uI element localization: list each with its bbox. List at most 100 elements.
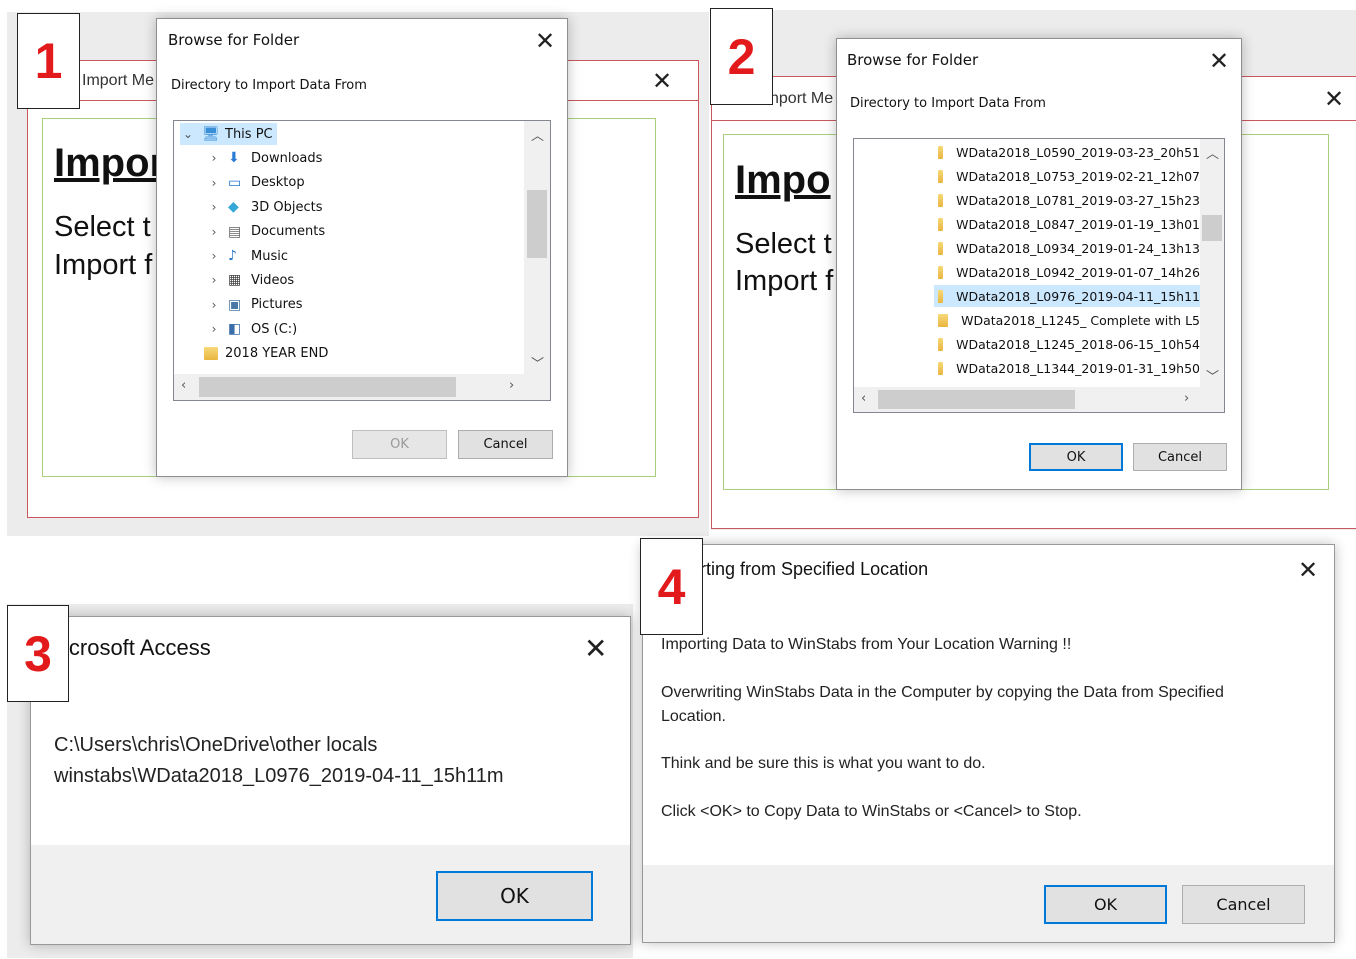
music-icon: ♪ <box>228 248 237 264</box>
tree-item[interactable]: ⌄ 🖥 This PC <box>180 123 277 145</box>
h-scroll-thumb[interactable] <box>199 377 456 397</box>
dialog-close-icon[interactable]: ✕ <box>584 635 607 663</box>
ok-button[interactable]: OK <box>352 430 447 459</box>
cancel-button[interactable]: Cancel <box>458 430 553 459</box>
chevron-down-icon[interactable]: ⌄ <box>180 127 196 141</box>
scroll-left-icon[interactable]: ‹ <box>181 378 186 393</box>
chevron-right-icon[interactable]: › <box>206 249 222 263</box>
browse-folder-dialog-1: Browse for Folder ✕ Directory to Import … <box>156 18 568 477</box>
chevron-right-icon[interactable]: › <box>206 176 222 190</box>
dialog-close-icon[interactable]: ✕ <box>535 29 555 53</box>
download-icon: ⬇ <box>228 150 240 167</box>
import-warning-dialog: rting from Specified Location ✕ Importin… <box>642 544 1335 943</box>
tree-item-label: This PC <box>225 126 273 142</box>
pc-icon: 🖥 <box>202 126 220 142</box>
dialog-instruction: Directory to Import Data From <box>171 78 367 93</box>
ok-button[interactable]: OK <box>1029 443 1123 471</box>
folder-label: WData2018_L0847_2019-01-19_13h01 <box>956 216 1200 232</box>
folder-tree[interactable]: ⌄ 🖥 This PC › ⬇ Downloads › ▭ Desktop › ◆ 3D Object… <box>173 120 551 401</box>
folder-icon <box>938 193 944 207</box>
import-window-1-close-icon[interactable]: ✕ <box>652 69 672 93</box>
scroll-thumb[interactable] <box>527 190 547 258</box>
tree-item[interactable]: › ◧ OS (C:) <box>206 318 298 340</box>
tree-item[interactable]: › ◆ 3D Objects <box>206 196 323 218</box>
chevron-right-icon[interactable]: › <box>206 322 222 336</box>
cube-icon: ◆ <box>228 199 239 216</box>
scroll-right-icon[interactable]: › <box>509 378 514 393</box>
dialog-close-icon[interactable]: ✕ <box>1209 49 1229 73</box>
scroll-right-icon[interactable]: › <box>1184 391 1189 406</box>
drive-icon: ◧ <box>228 321 242 338</box>
tree-item[interactable]: › ♪ Music <box>206 245 288 267</box>
folder-label: WData2018_L0976_2019-04-11_15h11 <box>956 288 1200 304</box>
chevron-right-icon[interactable]: › <box>206 151 222 165</box>
folder-list[interactable]: WData2018_L0590_2019-03-23_20h51 WData201… <box>853 138 1225 413</box>
folder-icon <box>938 241 944 255</box>
dialog-instruction: Directory to Import Data From <box>850 96 1046 111</box>
folder-label: WData2018_L1245_ Complete with L5 <box>961 312 1200 328</box>
folder-list-item[interactable]: WData2018_L0590_2019-03-23_20h51 <box>934 141 1200 163</box>
scroll-down-icon[interactable]: ﹀ <box>1206 366 1219 385</box>
folder-label: WData2018_L0590_2019-03-23_20h51 <box>956 144 1200 160</box>
warning-line-2b: Location. <box>661 708 726 725</box>
folder-list-item[interactable]: WData2018_L0942_2019-01-07_14h26 <box>934 261 1200 283</box>
dialog-title: rting from Specified Location <box>700 559 929 579</box>
dialog-close-icon[interactable]: ✕ <box>1298 558 1318 582</box>
folder-label: WData2018_L0934_2019-01-24_13h13 <box>956 240 1200 256</box>
cancel-button[interactable]: Cancel <box>1133 443 1227 471</box>
import-heading-1: Impor <box>54 141 166 185</box>
access-message-dialog: icrosoft Access ✕ C:\Users\chris\OneDriv… <box>30 616 631 945</box>
scroll-up-icon[interactable]: ︿ <box>1206 143 1219 162</box>
chevron-right-icon[interactable]: › <box>206 298 222 312</box>
vertical-scrollbar[interactable]: ︿ ﹀ <box>524 121 550 374</box>
chevron-right-icon[interactable]: › <box>206 225 222 239</box>
message-path-line2: winstabs\WData2018_L0976_2019-04-11_15h1… <box>54 765 504 787</box>
cancel-button[interactable]: Cancel <box>1182 885 1305 924</box>
horizontal-scrollbar[interactable]: ‹ › <box>854 387 1224 412</box>
chevron-right-icon[interactable]: › <box>206 273 222 287</box>
folder-icon <box>938 337 944 351</box>
tree-item[interactable]: › ▤ Documents <box>206 221 326 243</box>
tree-item-label: Downloads <box>251 150 323 166</box>
ok-button[interactable]: OK <box>436 871 593 921</box>
import-text-1a: Select t <box>54 211 151 243</box>
dialog-title: Browse for Folder <box>168 31 300 49</box>
folder-icon <box>938 361 944 375</box>
tree-item[interactable]: › ▭ Desktop <box>206 172 305 194</box>
tree-item-label: OS (C:) <box>251 321 298 337</box>
folder-icon <box>938 265 944 279</box>
h-scroll-thumb[interactable] <box>878 390 1075 409</box>
folder-list-item[interactable]: WData2018_L0781_2019-03-27_15h23 <box>934 189 1200 211</box>
ok-button[interactable]: OK <box>1044 885 1167 924</box>
folder-icon <box>938 169 944 183</box>
chevron-right-icon[interactable]: › <box>206 200 222 214</box>
folder-label: WData2018_L0753_2019-02-21_12h07 <box>956 168 1200 184</box>
folder-list-item[interactable]: WData2018_L0976_2019-04-11_15h11 <box>934 285 1200 307</box>
folder-list-item[interactable]: WData2018_L1245_2018-06-15_10h54 <box>934 333 1200 355</box>
scroll-down-icon[interactable]: ﹀ <box>531 353 544 372</box>
folder-list-item[interactable]: WData2018_L1344_2019-01-31_19h50 <box>934 357 1200 379</box>
tree-item[interactable]: 2018 YEAR END <box>204 343 328 365</box>
scroll-thumb[interactable] <box>1202 215 1222 241</box>
warning-line-1: Importing Data to WinStabs from Your Loc… <box>661 636 1072 653</box>
folder-list-item[interactable]: WData2018_L0934_2019-01-24_13h13 <box>934 237 1200 259</box>
folder-list-item[interactable]: WData2018_L0847_2019-01-19_13h01 <box>934 213 1200 235</box>
step-badge-1: 1 <box>17 13 80 109</box>
tree-item-label: 2018 YEAR END <box>225 346 329 362</box>
folder-label: WData2018_L1245_2018-06-15_10h54 <box>956 336 1200 352</box>
tree-item[interactable]: › ▣ Pictures <box>206 294 303 316</box>
scroll-left-icon[interactable]: ‹ <box>861 391 866 406</box>
browse-folder-dialog-2: Browse for Folder ✕ Directory to Import … <box>836 38 1242 490</box>
horizontal-scrollbar[interactable]: ‹ › <box>174 374 550 400</box>
scroll-up-icon[interactable]: ︿ <box>531 125 544 144</box>
folder-label: WData2018_L1344_2019-01-31_19h50 <box>956 360 1200 376</box>
folder-list-item[interactable]: WData2018_L0753_2019-02-21_12h07 <box>934 165 1200 187</box>
tree-item[interactable]: › ▦ Videos <box>206 269 295 291</box>
folder-list-item[interactable]: WData2018_L1245_ Complete with L5 <box>934 309 1200 331</box>
import-window-2-close-icon[interactable]: ✕ <box>1324 87 1344 111</box>
dialog-title: Browse for Folder <box>847 51 979 69</box>
vertical-scrollbar[interactable]: ︿ ﹀ <box>1200 139 1224 387</box>
import-window-1-title: Import Me <box>82 72 155 89</box>
tree-item[interactable]: › ⬇ Downloads <box>206 147 323 169</box>
folder-label: WData2018_L0942_2019-01-07_14h26 <box>956 264 1200 280</box>
